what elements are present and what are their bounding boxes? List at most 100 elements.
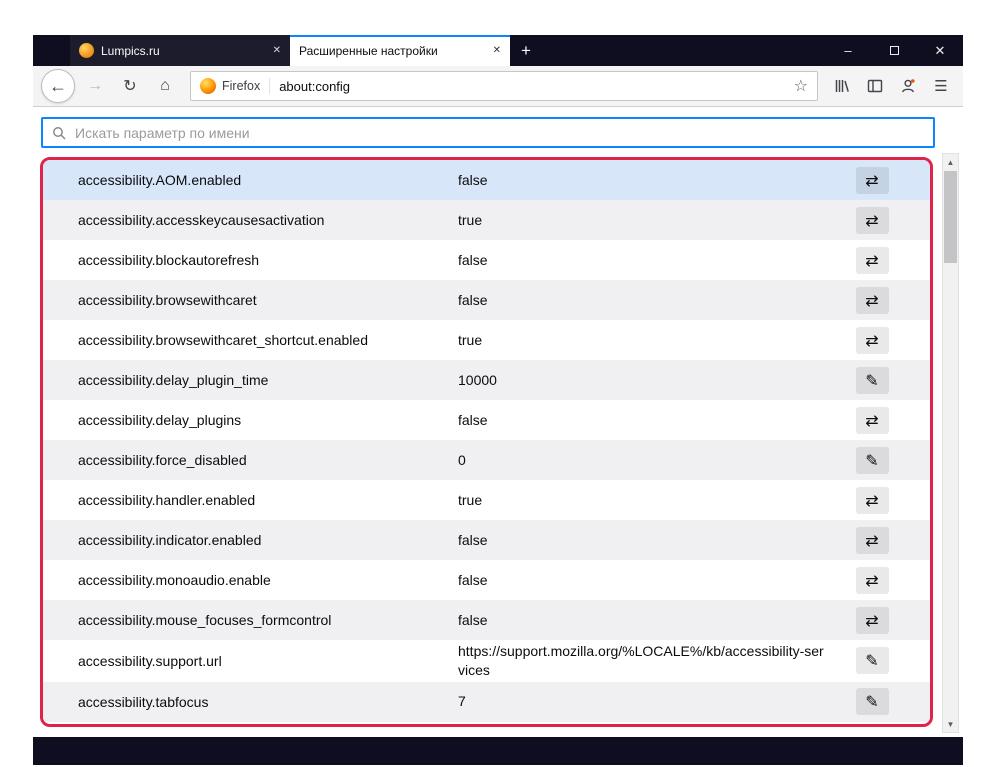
reload-button[interactable]: ↻ [115, 71, 145, 101]
pref-row[interactable]: accessibility.delay_plugin_time 10000 ✎ [43, 360, 930, 400]
pref-name: accessibility.handler.enabled [78, 492, 256, 508]
toggle-button[interactable]: ⇄ [855, 326, 889, 354]
pref-value: false [458, 411, 488, 428]
firefox-icon [200, 78, 216, 94]
scrollbar[interactable]: ▲ ▼ [942, 153, 959, 733]
pref-action-cell: ✎ [842, 647, 902, 675]
toggle-button[interactable]: ⇄ [855, 246, 889, 274]
home-button[interactable]: ⌂ [150, 71, 180, 101]
minimize-button[interactable]: – [825, 35, 871, 66]
search-placeholder: Искать параметр по имени [75, 124, 250, 141]
pref-value: false [458, 251, 488, 268]
pref-action-cell: ⇄ [842, 206, 902, 234]
pref-row[interactable]: accessibility.AOM.enabled false ⇄ [43, 160, 930, 200]
tab-advanced-settings[interactable]: Расширенные настройки ✕ [290, 35, 510, 66]
nav-toolbar: ← → ↻ ⌂ Firefox about:config ☆ ☰ [33, 66, 963, 107]
pref-row[interactable]: accessibility.indicator.enabled false ⇄ [43, 520, 930, 560]
prefs-highlight-frame: accessibility.AOM.enabled false ⇄ access… [40, 157, 933, 727]
toggle-button[interactable]: ⇄ [855, 166, 889, 194]
pref-action-cell: ⇄ [842, 406, 902, 434]
toggle-button[interactable]: ⇄ [855, 406, 889, 434]
toggle-button[interactable]: ⇄ [855, 486, 889, 514]
scroll-up-icon[interactable]: ▲ [943, 154, 958, 170]
tab-lumpics[interactable]: Lumpics.ru ✕ [70, 35, 290, 66]
pref-action-cell: ⇄ [842, 326, 902, 354]
tab-close-icon[interactable]: ✕ [273, 45, 281, 56]
pref-action-cell: ⇄ [842, 486, 902, 514]
search-icon [53, 126, 66, 140]
pref-name: accessibility.AOM.enabled [78, 172, 242, 188]
toggle-button[interactable]: ⇄ [855, 606, 889, 634]
toggle-button[interactable]: ⇄ [855, 286, 889, 314]
maximize-button[interactable] [871, 35, 917, 66]
pref-action-cell: ✎ [842, 446, 902, 474]
browser-window: Lumpics.ru ✕ Расширенные настройки ✕ + –… [33, 35, 963, 765]
pref-row[interactable]: accessibility.force_disabled 0 ✎ [43, 440, 930, 480]
close-button[interactable]: ✕ [917, 35, 963, 66]
pref-value: false [458, 171, 488, 188]
scrollbar-thumb[interactable] [944, 171, 957, 263]
scroll-down-icon[interactable]: ▼ [943, 716, 958, 732]
pref-row[interactable]: accessibility.accesskeycausesactivation … [43, 200, 930, 240]
toggle-button[interactable]: ⇄ [855, 526, 889, 554]
tab-title: Расширенные настройки [299, 43, 438, 58]
pref-name: accessibility.accesskeycausesactivation [78, 212, 325, 228]
pref-name: accessibility.tabfocus [78, 693, 209, 710]
pref-action-cell: ✎ [842, 688, 902, 716]
edit-button[interactable]: ✎ [855, 688, 889, 716]
edit-button[interactable]: ✎ [855, 647, 889, 675]
tab-close-icon[interactable]: ✕ [493, 45, 501, 56]
prefs-list: accessibility.AOM.enabled false ⇄ access… [43, 160, 930, 722]
pref-action-cell: ⇄ [842, 606, 902, 634]
identity-box[interactable]: Firefox [200, 78, 271, 94]
pref-row[interactable]: accessibility.tabfocus 7 ✎ [43, 681, 930, 722]
about-config-page: Искать параметр по имени accessibility.A… [33, 107, 963, 737]
edit-button[interactable]: ✎ [855, 446, 889, 474]
pref-row[interactable]: accessibility.browsewithcaret false ⇄ [43, 280, 930, 320]
pref-row[interactable]: accessibility.support.url https://suppor… [43, 640, 930, 682]
pref-name: accessibility.indicator.enabled [78, 532, 262, 548]
pref-action-cell: ⇄ [842, 246, 902, 274]
tab-title: Lumpics.ru [101, 43, 160, 58]
bookmark-star-icon[interactable]: ☆ [794, 76, 808, 96]
toggle-button[interactable]: ⇄ [855, 566, 889, 594]
tab-bar: Lumpics.ru ✕ Расширенные настройки ✕ + –… [33, 35, 963, 66]
pref-value: false [458, 571, 488, 588]
pref-row[interactable]: accessibility.blockautorefresh false ⇄ [43, 240, 930, 280]
pref-value: 0 [458, 451, 466, 468]
pref-value: true [458, 491, 483, 508]
pref-row[interactable]: accessibility.monoaudio.enable false ⇄ [43, 560, 930, 600]
forward-button[interactable]: → [80, 71, 110, 101]
pref-name: accessibility.blockautorefresh [78, 252, 260, 268]
pref-action-cell: ✎ [842, 366, 902, 394]
pref-action-cell: ⇄ [842, 566, 902, 594]
account-icon[interactable] [894, 72, 922, 100]
pref-value: false [458, 291, 488, 308]
pref-row[interactable]: accessibility.mouse_focuses_formcontrol … [43, 600, 930, 640]
pref-action-cell: ⇄ [842, 166, 902, 194]
pref-name: accessibility.support.url [78, 652, 222, 669]
edit-button[interactable]: ✎ [855, 366, 889, 394]
pref-value: false [458, 531, 488, 548]
pref-row[interactable]: accessibility.delay_plugins false ⇄ [43, 400, 930, 440]
url-bar[interactable]: Firefox about:config ☆ [190, 71, 818, 101]
pref-value: true [458, 211, 483, 228]
pref-value: true [458, 331, 483, 348]
new-tab-button[interactable]: + [510, 35, 542, 66]
pref-value: false [458, 611, 488, 628]
maximize-icon [889, 46, 899, 55]
search-input[interactable]: Искать параметр по имени [41, 117, 935, 148]
lumpics-favicon-icon [79, 43, 94, 58]
pref-row[interactable]: accessibility.browsewithcaret_shortcut.e… [43, 320, 930, 360]
url-text[interactable]: about:config [279, 79, 784, 94]
back-button[interactable]: ← [41, 69, 75, 103]
pref-name: accessibility.mouse_focuses_formcontrol [78, 612, 332, 628]
toggle-button[interactable]: ⇄ [855, 206, 889, 234]
identity-label: Firefox [222, 79, 261, 93]
pref-action-cell: ⇄ [842, 286, 902, 314]
pref-row[interactable]: accessibility.handler.enabled true ⇄ [43, 480, 930, 520]
menu-icon[interactable]: ☰ [927, 72, 955, 100]
sidebar-icon[interactable] [861, 72, 889, 100]
library-icon[interactable] [828, 72, 856, 100]
window-controls: – ✕ [825, 35, 963, 66]
